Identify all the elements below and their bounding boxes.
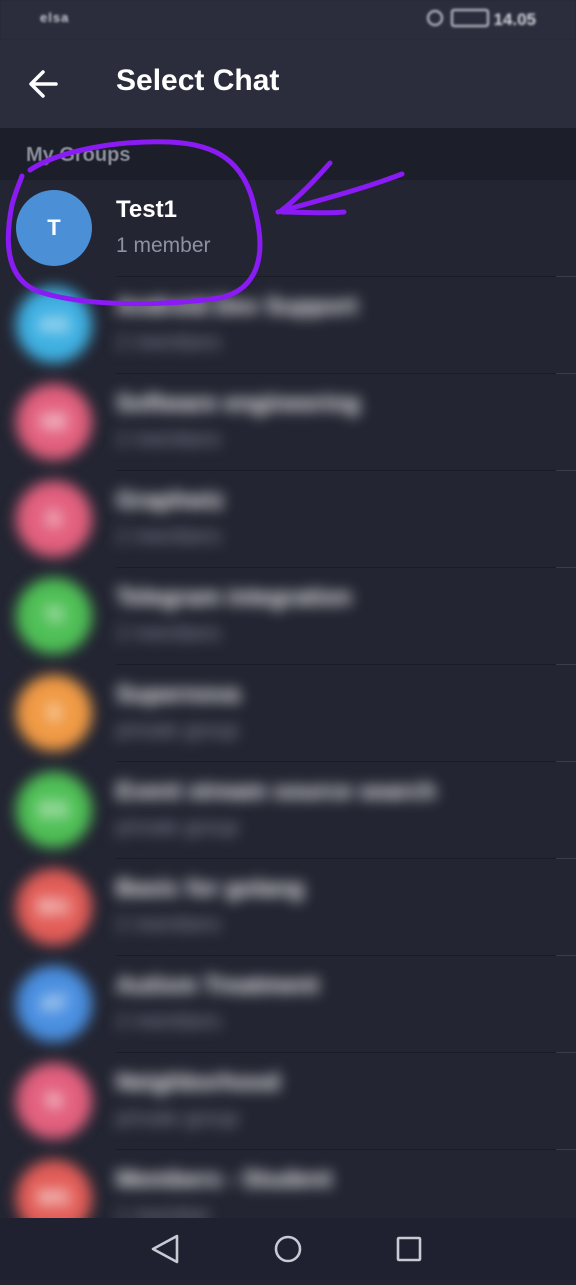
avatar: S [16, 675, 92, 751]
chat-name: Telegram integration [116, 584, 352, 611]
section-title: My Groups [26, 144, 131, 166]
list-item[interactable]: G Graphwiz 2 members [0, 471, 576, 568]
chat-name: Supernova [116, 681, 241, 708]
app-bar: Select Chat [0, 40, 576, 128]
chat-name: Graphwiz [116, 487, 225, 514]
avatar: N [16, 1063, 92, 1139]
chat-subtitle: private group [116, 719, 239, 742]
chat-name: Autism Treatment [116, 972, 319, 999]
avatar: AT [16, 966, 92, 1042]
list-item[interactable]: ES Event stream source search private grou… [0, 762, 576, 859]
status-bar: elsa 14.05 [0, 0, 576, 40]
chat-subtitle: 2 members [116, 428, 222, 451]
nav-recents-icon[interactable] [369, 1218, 449, 1280]
page-title: Select Chat [116, 64, 280, 97]
carrier-label: elsa [40, 10, 70, 25]
avatar: SE [16, 384, 92, 460]
chat-name: Members - Student [116, 1166, 333, 1193]
list-item[interactable]: SE Software engineering 2 members [0, 374, 576, 471]
chat-list: T Test1 1 member AS Android Dev Support 2 mem… [0, 180, 576, 1247]
section-header: My Groups [0, 128, 576, 180]
chat-subtitle: private group [116, 1107, 239, 1130]
chat-name: Basic for golang [116, 875, 305, 902]
list-item[interactable]: AT Autism Treatment 2 members [0, 956, 576, 1053]
chat-name: Test1 [116, 196, 177, 223]
chat-subtitle: 2 members [116, 1010, 222, 1033]
avatar: AS [16, 287, 92, 363]
chat-subtitle: private group [116, 816, 239, 839]
chat-subtitle: 2 members [116, 331, 222, 354]
nav-home-icon[interactable] [248, 1218, 328, 1280]
chat-name: Event stream source search [116, 778, 437, 805]
chat-name: Software engineering [116, 390, 361, 417]
system-nav-bar [0, 1218, 576, 1280]
chat-name: Neighborhood [116, 1069, 280, 1096]
clock: 14.05 [493, 10, 536, 29]
battery-icon [451, 9, 490, 27]
list-item[interactable]: AS Android Dev Support 2 members [0, 277, 576, 374]
avatar: TI [16, 578, 92, 654]
list-item[interactable]: TI Telegram integration 2 members [0, 568, 576, 665]
alarm-icon [427, 10, 444, 26]
chat-name: Android Dev Support [116, 293, 358, 320]
avatar: BG [16, 869, 92, 945]
chat-subtitle: 1 member [116, 234, 211, 257]
list-item[interactable]: N Neighborhood private group [0, 1053, 576, 1150]
back-arrow-icon[interactable] [22, 62, 66, 106]
nav-back-icon[interactable] [125, 1218, 205, 1280]
list-item[interactable]: S Supernova private group [0, 665, 576, 762]
list-item[interactable]: T Test1 1 member [0, 180, 576, 277]
status-right: 14.05 [427, 9, 536, 30]
chat-subtitle: 2 members [116, 525, 222, 548]
avatar: G [16, 481, 92, 557]
avatar: T [16, 190, 92, 266]
chat-subtitle: 2 members [116, 913, 222, 936]
avatar: ES [16, 772, 92, 848]
list-item[interactable]: BG Basic for golang 2 members [0, 859, 576, 956]
chat-subtitle: 2 members [116, 622, 222, 645]
